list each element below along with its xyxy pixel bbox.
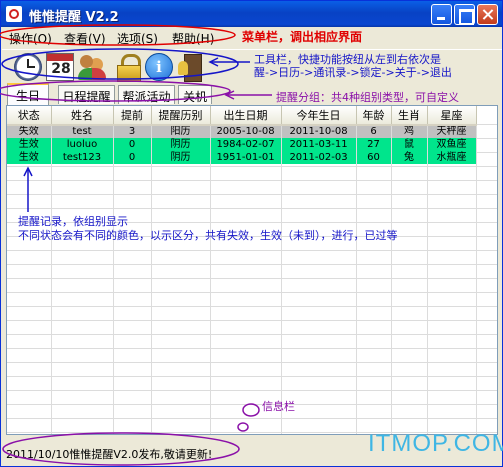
this-year-birthday-cell: 2011-03-11	[281, 138, 357, 151]
watermark: ITMOP.COM	[368, 430, 503, 457]
birth-date-cell: 1951-01-01	[210, 151, 282, 164]
info-icon-letter: i	[156, 58, 162, 76]
window-title: 惟惟提醒 V2.2	[29, 10, 119, 25]
column-header-this-year-birthday[interactable]: 今年生日	[281, 106, 357, 126]
constellation-cell: 天秤座	[427, 125, 477, 138]
menu-options[interactable]: 选项(S)	[117, 30, 158, 47]
info-icon[interactable]: i	[145, 53, 173, 81]
tab-schedule[interactable]: 日程提醒	[58, 85, 115, 104]
age-cell: 60	[356, 151, 392, 164]
column-header-advance[interactable]: 提前	[113, 106, 152, 126]
birth-date-cell: 1984-02-07	[210, 138, 282, 151]
exit-icon[interactable]	[176, 53, 204, 82]
table-row[interactable]: 失效 test 3 阳历 2005-10-08 2011-10-08 6 鸡 天…	[7, 125, 477, 138]
table-row[interactable]: 生效 luoluo 0 阴历 1984-02-07 2011-03-11 27 …	[7, 138, 477, 151]
this-year-birthday-cell: 2011-02-03	[281, 151, 357, 164]
maximize-button[interactable]	[454, 4, 475, 25]
name-cell: test123	[51, 151, 114, 164]
annotation-records-detail: 不同状态会有不同的颜色，以示区分，共有失效，生效（未到），进行，已过等	[18, 229, 398, 242]
title-bar[interactable]: 惟惟提醒 V2.2	[1, 1, 502, 27]
annotation-toolbar-line2: 醒->日历->通讯录->锁定->关于->退出	[254, 66, 452, 79]
close-button[interactable]	[477, 4, 498, 25]
column-header-calendar-type[interactable]: 提醒历别	[151, 106, 211, 126]
grid-column-line	[356, 125, 357, 434]
constellation-cell: 水瓶座	[427, 151, 477, 164]
contacts-icon[interactable]	[78, 53, 106, 81]
app-logo-icon	[6, 6, 22, 22]
grid-column-line	[210, 125, 211, 434]
menu-view[interactable]: 查看(V)	[64, 30, 106, 47]
column-header-age[interactable]: 年龄	[356, 106, 392, 126]
status-message: 2011/10/10惟惟提醒V2.0发布,敬请更新!	[6, 448, 213, 461]
tab-birthday[interactable]: 生日	[7, 83, 49, 105]
annotation-infobar: 信息栏	[262, 400, 295, 413]
name-cell: luoluo	[51, 138, 114, 151]
status-cell: 失效	[7, 125, 52, 138]
this-year-birthday-cell: 2011-10-08	[281, 125, 357, 138]
reminder-table: 状态 姓名 提前 提醒历别 出生日期 今年生日 年龄 生肖 星座 失效 test…	[7, 106, 477, 164]
minimize-button[interactable]	[431, 4, 452, 25]
zodiac-cell: 兔	[391, 151, 428, 164]
advance-cell: 0	[113, 151, 152, 164]
zodiac-cell: 鼠	[391, 138, 428, 151]
reminder-list[interactable]: 状态 姓名 提前 提醒历别 出生日期 今年生日 年龄 生肖 星座 失效 test…	[6, 105, 498, 435]
calendar-day-number: 28	[51, 61, 71, 77]
grid-column-line	[51, 125, 52, 434]
zodiac-cell: 鸡	[391, 125, 428, 138]
clock-icon[interactable]	[14, 53, 42, 81]
age-cell: 6	[356, 125, 392, 138]
status-cell: 生效	[7, 138, 52, 151]
column-header-status[interactable]: 状态	[7, 106, 52, 126]
calendar-type-cell: 阳历	[151, 125, 211, 138]
column-header-name[interactable]: 姓名	[51, 106, 114, 126]
calendar-type-cell: 阴历	[151, 138, 211, 151]
status-cell: 生效	[7, 151, 52, 164]
advance-cell: 3	[113, 125, 152, 138]
grid-column-line	[281, 125, 282, 434]
menu-help[interactable]: 帮助(H)	[172, 30, 214, 47]
column-header-birth-date[interactable]: 出生日期	[210, 106, 282, 126]
grid-column-line	[151, 125, 152, 434]
constellation-cell: 双鱼座	[427, 138, 477, 151]
grid-column-line	[391, 125, 392, 434]
column-header-constellation[interactable]: 星座	[427, 106, 477, 126]
annotation-menubar: 菜单栏，调出相应界面	[242, 30, 363, 44]
calendar-icon[interactable]: 28	[46, 53, 74, 81]
birth-date-cell: 2005-10-08	[210, 125, 282, 138]
grid-column-line	[113, 125, 114, 434]
age-cell: 27	[356, 138, 392, 151]
column-header-zodiac[interactable]: 生肖	[391, 106, 428, 126]
tab-shutdown[interactable]: 关机	[178, 85, 212, 104]
advance-cell: 0	[113, 138, 152, 151]
table-row[interactable]: 生效 test123 0 阴历 1951-01-01 2011-02-03 60…	[7, 151, 477, 164]
grid-column-line	[476, 125, 477, 434]
annotation-tabs: 提醒分组：共4种组别类型，可自定义	[276, 91, 459, 104]
grid-column-line	[427, 125, 428, 434]
calendar-type-cell: 阴历	[151, 151, 211, 164]
menu-operate[interactable]: 操作(O)	[9, 30, 52, 47]
lock-icon[interactable]	[114, 53, 142, 82]
table-header-row: 状态 姓名 提前 提醒历别 出生日期 今年生日 年龄 生肖 星座	[7, 106, 477, 126]
name-cell: test	[51, 125, 114, 138]
tab-gang-activity[interactable]: 帮派活动	[118, 85, 175, 104]
